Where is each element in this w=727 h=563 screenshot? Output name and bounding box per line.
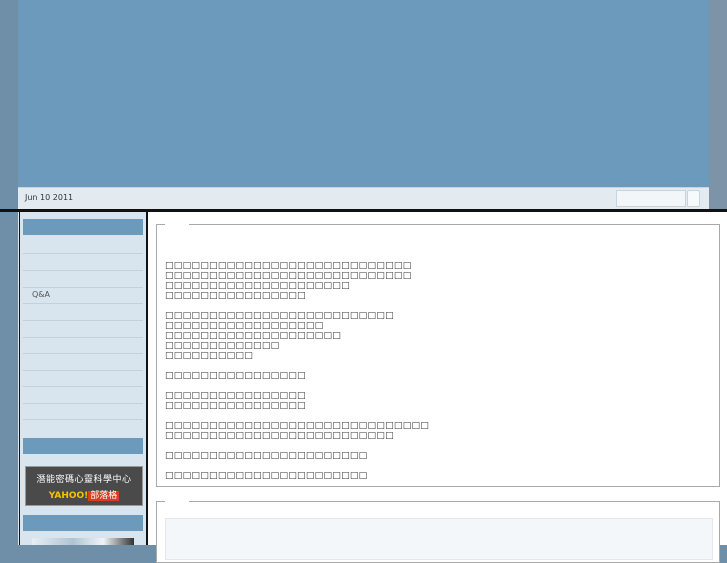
sidebar: Q&A 潛能密碼心靈科學中心 YAHOO! 部落格 — [19, 212, 147, 545]
badge-title: 潛能密碼心靈科學中心 — [36, 475, 132, 485]
blog-label: 部落格 — [88, 491, 120, 501]
sidebar-item-label: Q&A — [32, 290, 51, 299]
badge-subtitle: YAHOO! 部落格 — [26, 488, 142, 501]
sidebar-item[interactable] — [23, 304, 143, 321]
sidebar-item[interactable] — [23, 354, 143, 371]
sidebar-item[interactable] — [23, 254, 143, 271]
second-panel — [156, 501, 720, 563]
sidebar-item[interactable] — [23, 337, 143, 354]
panel-inner-box — [165, 518, 713, 560]
article-panel: □□□□□□□□□□□□□□□□□□□□□□□□□□□□ □□□□□□□□□□□… — [156, 224, 720, 487]
header-banner — [18, 0, 709, 187]
sidebar-item-qa[interactable]: Q&A — [23, 287, 143, 304]
right-edge — [709, 0, 727, 209]
main-content: □□□□□□□□□□□□□□□□□□□□□□□□□□□□ □□□□□□□□□□□… — [146, 212, 727, 563]
sidebar-item[interactable] — [23, 271, 143, 288]
panel-title-gap — [165, 501, 189, 503]
sidebar-heading-3 — [23, 515, 143, 531]
sidebar-item[interactable] — [23, 237, 143, 254]
sidebar-item[interactable] — [23, 321, 143, 338]
date-label: Jun 10 2011 — [25, 193, 74, 202]
search-button[interactable] — [687, 190, 700, 207]
panel-title-gap — [165, 224, 189, 226]
sidebar-item[interactable] — [23, 370, 143, 387]
search-input[interactable] — [616, 190, 686, 207]
article-body: □□□□□□□□□□□□□□□□□□□□□□□□□□□□ □□□□□□□□□□□… — [165, 261, 430, 481]
sidebar-item[interactable] — [23, 387, 143, 404]
yahoo-logo-text: YAHOO! — [48, 491, 89, 501]
sidebar-heading-1 — [23, 219, 143, 235]
sidebar-item[interactable] — [23, 403, 143, 420]
yahoo-blog-badge[interactable]: 潛能密碼心靈科學中心 YAHOO! 部落格 — [25, 466, 143, 506]
date-bar: Jun 10 2011 — [18, 187, 709, 210]
sidebar-heading-2 — [23, 438, 143, 454]
thumbnail-image[interactable] — [32, 538, 134, 545]
